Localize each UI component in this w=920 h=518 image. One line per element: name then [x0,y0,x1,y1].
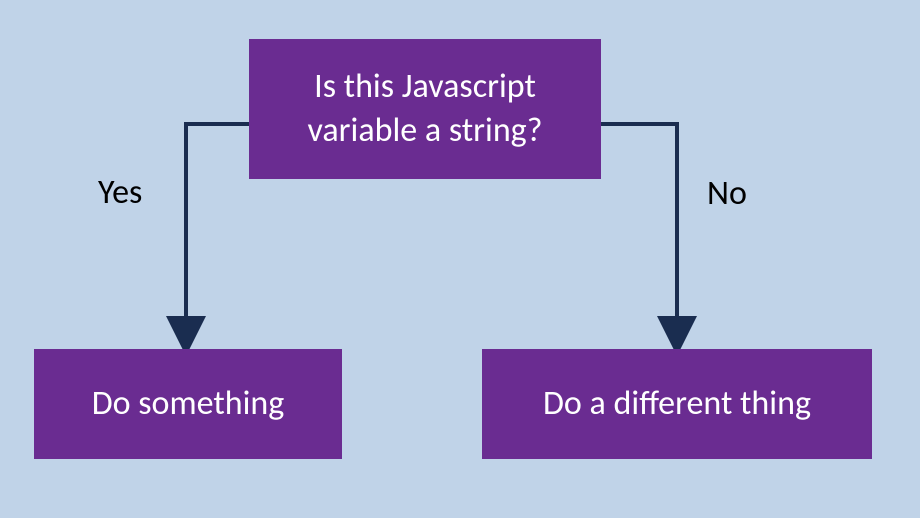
no-action-box: Do a different thing [482,349,872,459]
yes-action-box: Do something [34,349,342,459]
no-action-text: Do a different thing [543,382,811,426]
yes-connector [186,124,249,340]
decision-box: Is this Javascript variable a string? [249,39,601,179]
yes-action-text: Do something [92,382,285,426]
no-label: No [707,173,747,214]
no-connector [601,124,677,340]
decision-text: Is this Javascript variable a string? [269,65,581,153]
yes-label: Yes [98,172,142,213]
